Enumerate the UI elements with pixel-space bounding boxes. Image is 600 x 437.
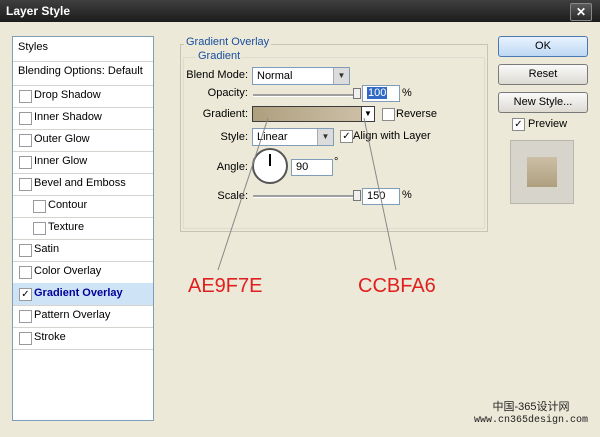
styles-header-label: Styles <box>18 41 48 53</box>
gradient-picker-dropdown[interactable]: ▼ <box>361 106 375 122</box>
checkmark-icon: ✓ <box>342 131 351 142</box>
style-checkbox[interactable] <box>19 112 32 125</box>
sidebar-item-label: Drop Shadow <box>34 89 101 101</box>
group-subtitle: Gradient <box>196 50 243 62</box>
new-style-button[interactable]: New Style... <box>498 92 588 113</box>
blend-mode-value: Normal <box>257 70 293 82</box>
sidebar-item-label: Outer Glow <box>34 133 90 145</box>
angle-unit: ° <box>334 156 339 168</box>
watermark: 中国-365设计网 www.cn365design.com <box>474 400 588 428</box>
ok-button[interactable]: OK <box>498 36 588 57</box>
preview-label: Preview <box>528 118 568 130</box>
style-checkbox[interactable] <box>19 178 32 191</box>
style-checkbox[interactable] <box>19 244 32 257</box>
angle-label: Angle: <box>216 161 248 173</box>
window-title: Layer Style <box>6 4 71 18</box>
gradient-preview[interactable] <box>252 106 362 122</box>
sidebar-item-satin[interactable]: Satin <box>13 239 153 262</box>
sidebar-item-label: Stroke <box>34 331 66 343</box>
sidebar-item-label: Contour <box>48 199 88 211</box>
style-checkbox[interactable] <box>33 200 46 213</box>
style-checkbox[interactable] <box>19 134 32 147</box>
opacity-slider-track[interactable] <box>253 94 357 97</box>
dialog-body: Styles Blending Options: Default Drop Sh… <box>0 22 600 437</box>
styles-header[interactable]: Styles <box>13 37 153 62</box>
gradient-label: Gradient: <box>202 108 248 120</box>
scale-unit: % <box>402 189 412 201</box>
sidebar-item-contour[interactable]: Contour <box>13 195 153 218</box>
style-preview <box>510 140 574 204</box>
style-checkbox[interactable]: ✓ <box>19 288 32 301</box>
angle-input[interactable]: 90 <box>291 159 333 176</box>
sidebar-item-inner-glow[interactable]: Inner Glow <box>13 151 153 174</box>
sidebar-item-pattern-overlay[interactable]: Pattern Overlay <box>13 305 153 328</box>
sidebar-item-label: Bevel and Emboss <box>34 177 126 189</box>
styles-list: Styles Blending Options: Default Drop Sh… <box>12 36 154 421</box>
style-checkbox[interactable] <box>19 156 32 169</box>
blending-options-label: Blending Options: Default <box>18 65 143 77</box>
sidebar-item-stroke[interactable]: Stroke <box>13 327 153 350</box>
watermark-title: 中国-365设计网 <box>492 401 570 413</box>
scale-label: Scale: <box>217 190 248 202</box>
style-label: Style: <box>220 131 248 143</box>
align-with-layer-checkbox[interactable]: ✓ <box>340 130 353 143</box>
angle-dial[interactable] <box>252 148 288 184</box>
opacity-value: 100 <box>367 87 388 99</box>
style-checkbox[interactable] <box>33 222 46 235</box>
chevron-down-icon: ▼ <box>333 68 349 84</box>
title-bar: Layer Style ✕ <box>0 0 600 22</box>
preview-checkbox[interactable]: ✓ <box>512 118 525 131</box>
watermark-url: www.cn365design.com <box>474 415 589 426</box>
style-checkbox[interactable] <box>19 266 32 279</box>
blending-options-item[interactable]: Blending Options: Default <box>13 61 153 86</box>
sidebar-item-label: Inner Shadow <box>34 111 102 123</box>
opacity-input[interactable]: 100 <box>362 85 400 102</box>
group-title: Gradient Overlay <box>184 36 272 48</box>
sidebar-item-label: Texture <box>48 221 85 233</box>
angle-needle <box>269 154 271 166</box>
style-checkbox[interactable] <box>19 332 32 345</box>
close-icon: ✕ <box>575 5 587 19</box>
sidebar-item-color-overlay[interactable]: Color Overlay <box>13 261 153 284</box>
opacity-slider-thumb[interactable] <box>353 88 361 99</box>
style-checkbox[interactable] <box>19 310 32 323</box>
scale-slider-thumb[interactable] <box>353 190 361 201</box>
checkmark-icon: ✓ <box>514 119 523 130</box>
blend-mode-select[interactable]: Normal ▼ <box>252 67 350 85</box>
blend-mode-label: Blend Mode: <box>186 69 248 81</box>
style-value: Linear <box>257 131 288 143</box>
chevron-down-icon: ▼ <box>317 129 333 145</box>
reset-button[interactable]: Reset <box>498 64 588 85</box>
sidebar-item-label: Color Overlay <box>34 265 102 277</box>
start-color-annotation: AE9F7E <box>188 275 263 297</box>
opacity-unit: % <box>402 87 412 99</box>
style-checkbox[interactable] <box>19 90 32 103</box>
reverse-label: Reverse <box>396 108 437 120</box>
close-button[interactable]: ✕ <box>570 3 592 21</box>
chevron-down-icon: ▼ <box>364 109 372 118</box>
align-with-layer-label: Align with Layer <box>353 130 431 142</box>
sidebar-item-outer-glow[interactable]: Outer Glow <box>13 129 153 152</box>
preview-swatch <box>527 157 557 187</box>
style-select[interactable]: Linear ▼ <box>252 128 334 146</box>
scale-slider-track[interactable] <box>253 195 357 198</box>
end-color-annotation: CCBFA6 <box>358 275 436 297</box>
sidebar-item-label: Gradient Overlay <box>34 287 123 299</box>
angle-value: 90 <box>296 161 309 173</box>
sidebar-item-drop-shadow[interactable]: Drop Shadow <box>13 85 153 108</box>
sidebar-item-label: Inner Glow <box>34 155 88 167</box>
sidebar-item-label: Satin <box>34 243 60 255</box>
sidebar-item-inner-shadow[interactable]: Inner Shadow <box>13 107 153 130</box>
scale-value: 150 <box>367 190 386 202</box>
opacity-label: Opacity: <box>207 87 248 99</box>
sidebar-item-bevel-and-emboss[interactable]: Bevel and Emboss <box>13 173 153 196</box>
sidebar-item-label: Pattern Overlay <box>34 309 111 321</box>
scale-input[interactable]: 150 <box>362 188 400 205</box>
sidebar-item-gradient-overlay[interactable]: ✓ Gradient Overlay <box>13 283 153 306</box>
reverse-checkbox[interactable] <box>382 108 395 121</box>
layer-style-dialog: Layer Style ✕ Styles Blending Options: D… <box>0 0 600 437</box>
sidebar-item-texture[interactable]: Texture <box>13 217 153 240</box>
